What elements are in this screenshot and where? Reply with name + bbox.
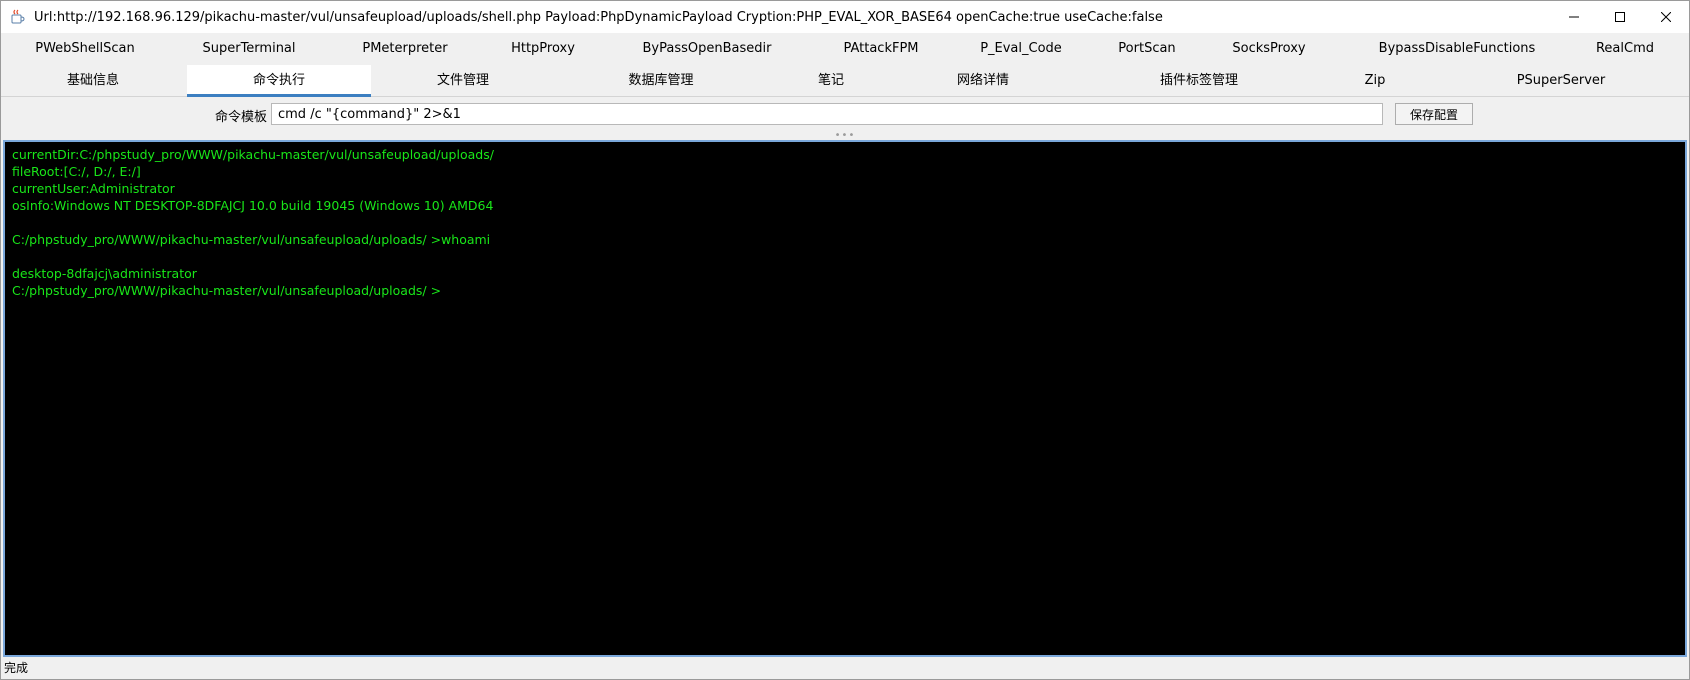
title-bar[interactable]: Url:http://192.168.96.129/pikachu-master… [1, 1, 1689, 33]
status-bar: 完成 [1, 658, 1689, 679]
terminal-line: currentUser:Administrator [12, 181, 175, 196]
tab-plugin-tag-manager[interactable]: 插件标签管理 [1115, 65, 1283, 97]
window-controls [1551, 1, 1689, 33]
tab-httpproxy[interactable]: HttpProxy [469, 33, 617, 65]
command-template-input[interactable] [271, 103, 1383, 125]
tab-realcmd[interactable]: RealCmd [1565, 33, 1685, 65]
tab-psuperserver[interactable]: PSuperServer [1477, 65, 1645, 97]
tab-database-manager[interactable]: 数据库管理 [577, 65, 745, 97]
window-title: Url:http://192.168.96.129/pikachu-master… [34, 9, 1163, 25]
terminal-line: C:/phpstudy_pro/WWW/pikachu-master/vul/u… [12, 232, 491, 247]
terminal-line: currentDir:C:/phpstudy_pro/WWW/pikachu-m… [12, 147, 494, 162]
tab-pattackfpm[interactable]: PAttackFPM [807, 33, 955, 65]
tab-basic-info[interactable]: 基础信息 [9, 65, 177, 97]
save-config-button[interactable]: 保存配置 [1395, 103, 1473, 125]
close-icon [1661, 12, 1671, 22]
grip-dots-icon: ••• [834, 130, 856, 141]
maximize-icon [1615, 12, 1625, 22]
terminal-prompt-line: C:/phpstudy_pro/WWW/pikachu-master/vul/u… [12, 283, 442, 298]
terminal-output[interactable]: currentDir:C:/phpstudy_pro/WWW/pikachu-m… [3, 140, 1687, 657]
tab-command-exec[interactable]: 命令执行 [187, 65, 371, 97]
app-window: Url:http://192.168.96.129/pikachu-master… [0, 0, 1690, 680]
command-template-label: 命令模板 [215, 110, 268, 125]
maximize-button[interactable] [1597, 1, 1643, 33]
terminal-line: fileRoot:[C:/, D:/, E:/] [12, 164, 141, 179]
terminal-line: osInfo:Windows NT DESKTOP-8DFAJCJ 10.0 b… [12, 198, 494, 213]
tab-zip[interactable]: Zip [1291, 65, 1459, 97]
tab-socksproxy[interactable]: SocksProxy [1195, 33, 1343, 65]
split-pane-divider[interactable]: ••• [1, 130, 1689, 141]
main-tab-row: 基础信息 命令执行 文件管理 数据库管理 笔记 网络详情 插件标签管理 Zip … [1, 65, 1689, 97]
tab-file-manager[interactable]: 文件管理 [379, 65, 547, 97]
tab-notes[interactable]: 笔记 [747, 65, 915, 97]
command-template-row: 命令模板 保存配置 [1, 97, 1689, 133]
close-button[interactable] [1643, 1, 1689, 33]
terminal-line: desktop-8dfajcj\administrator [12, 266, 197, 281]
minimize-icon [1569, 16, 1579, 18]
plugin-tab-row: PWebShellScan SuperTerminal PMeterpreter… [1, 33, 1689, 65]
tab-superterminal[interactable]: SuperTerminal [175, 33, 323, 65]
java-icon [10, 9, 26, 25]
minimize-button[interactable] [1551, 1, 1597, 33]
tab-pwebshellscan[interactable]: PWebShellScan [11, 33, 159, 65]
tab-bypassdisablefunctions[interactable]: BypassDisableFunctions [1362, 33, 1552, 65]
status-text: 完成 [4, 661, 29, 675]
tab-pmeterpreter[interactable]: PMeterpreter [331, 33, 479, 65]
tab-bypassopenbasedir[interactable]: ByPassOpenBasedir [621, 33, 793, 65]
tab-network-details[interactable]: 网络详情 [899, 65, 1067, 97]
